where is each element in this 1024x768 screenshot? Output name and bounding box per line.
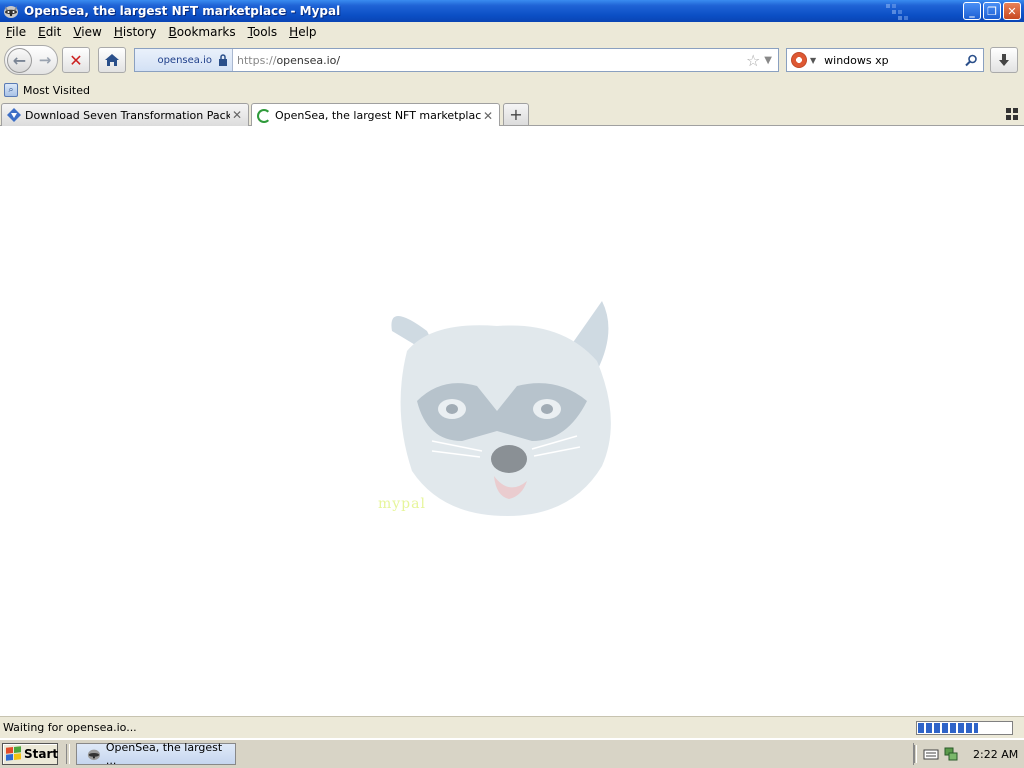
tab-close-icon[interactable]: ✕	[230, 108, 244, 122]
start-button[interactable]: Start	[2, 743, 58, 765]
site-identity-button[interactable]: opensea.io	[135, 49, 233, 71]
raccoon-app-icon	[87, 749, 101, 761]
back-forward-group: ← →	[4, 45, 58, 75]
raccoon-app-icon	[4, 6, 18, 18]
tab-strip: Download Seven Transformation Pack 2....…	[0, 102, 1024, 127]
arrow-right-icon: →	[38, 51, 52, 69]
page-load-progress	[916, 721, 1013, 735]
bookmark-most-visited[interactable]: Most Visited	[23, 84, 90, 97]
download-arrow-icon	[999, 54, 1009, 66]
tab-opensea[interactable]: OpenSea, the largest NFT marketplace ✕	[251, 103, 500, 127]
all-tabs-grid-icon[interactable]	[1006, 108, 1018, 120]
tray-separator	[914, 745, 917, 763]
status-text: Waiting for opensea.io...	[3, 721, 137, 734]
menu-tools[interactable]: Tools	[242, 25, 284, 39]
minimize-button[interactable]: _	[963, 2, 981, 20]
bookmark-star-icon[interactable]: ☆	[746, 51, 760, 70]
titlebar-decoration	[886, 4, 908, 20]
magnifier-icon[interactable]	[965, 54, 978, 67]
tab-close-icon[interactable]: ✕	[481, 109, 495, 123]
tab-title: Download Seven Transformation Pack 2....	[25, 108, 230, 122]
window-titlebar[interactable]: OpenSea, the largest NFT marketplace - M…	[0, 0, 1024, 22]
plus-icon: +	[509, 105, 523, 124]
loading-spinner-icon	[256, 108, 272, 124]
raccoon-loading-image	[391, 301, 611, 516]
forward-button[interactable]: →	[35, 50, 55, 70]
tab-download-seven[interactable]: Download Seven Transformation Pack 2....…	[1, 103, 249, 126]
network-icon[interactable]	[943, 747, 959, 761]
new-tab-button[interactable]: +	[503, 103, 529, 126]
downloads-button[interactable]	[990, 47, 1018, 73]
home-button[interactable]	[98, 47, 126, 73]
stop-button[interactable]: ✕	[62, 47, 90, 73]
download-icon	[7, 108, 21, 122]
close-button[interactable]: ✕	[1003, 2, 1021, 20]
search-bar[interactable]: ▼ windows xp	[786, 48, 984, 72]
status-bar: Waiting for opensea.io...	[0, 716, 1024, 738]
url-history-dropmarker-icon[interactable]: ▼	[764, 55, 772, 66]
menu-bookmarks[interactable]: Bookmarks	[163, 25, 242, 39]
loader-caption: mypal	[378, 496, 426, 512]
home-icon	[105, 54, 119, 66]
engine-dropdown-icon[interactable]: ▼	[810, 56, 816, 65]
duckduckgo-icon[interactable]	[791, 52, 807, 68]
arrow-left-icon: ←	[12, 51, 27, 70]
taskbar-item-mypal[interactable]: OpenSea, the largest ...	[76, 741, 236, 767]
clock[interactable]: 2:22 AM	[973, 748, 1018, 761]
menu-file[interactable]: File	[0, 25, 32, 39]
progress-fill	[918, 723, 979, 733]
menu-history[interactable]: History	[108, 25, 163, 39]
menu-view[interactable]: View	[67, 25, 107, 39]
system-tray: 2:22 AM	[913, 743, 1021, 765]
lock-icon	[219, 54, 227, 66]
bookmarks-toolbar: ⌕ Most Visited	[0, 78, 1024, 102]
stop-x-icon: ✕	[69, 50, 83, 70]
smart-bookmark-icon: ⌕	[4, 83, 18, 97]
menu-bar: File Edit View History Bookmarks Tools H…	[0, 22, 1024, 42]
taskbar-grip[interactable]	[66, 744, 70, 764]
address-bar[interactable]: opensea.io https://opensea.io/ ☆ ▼	[134, 48, 779, 72]
restore-button[interactable]: ❐	[983, 2, 1001, 20]
site-identity-label: opensea.io	[157, 54, 212, 66]
windows-logo-icon	[6, 746, 21, 762]
search-input[interactable]: windows xp	[824, 54, 965, 67]
back-button[interactable]: ←	[7, 48, 32, 73]
menu-help[interactable]: Help	[283, 25, 322, 39]
tab-title: OpenSea, the largest NFT marketplace	[275, 109, 481, 122]
keyboard-icon[interactable]	[923, 747, 939, 761]
start-label: Start	[24, 747, 59, 761]
taskbar-item-label: OpenSea, the largest ...	[105, 741, 223, 767]
url-input[interactable]: https://opensea.io/	[237, 54, 746, 67]
menu-edit[interactable]: Edit	[32, 25, 67, 39]
page-content: mypal	[0, 126, 1024, 716]
window-title: OpenSea, the largest NFT marketplace - M…	[24, 4, 341, 18]
taskbar: Start OpenSea, the largest ... 2:22 AM	[0, 739, 1024, 768]
